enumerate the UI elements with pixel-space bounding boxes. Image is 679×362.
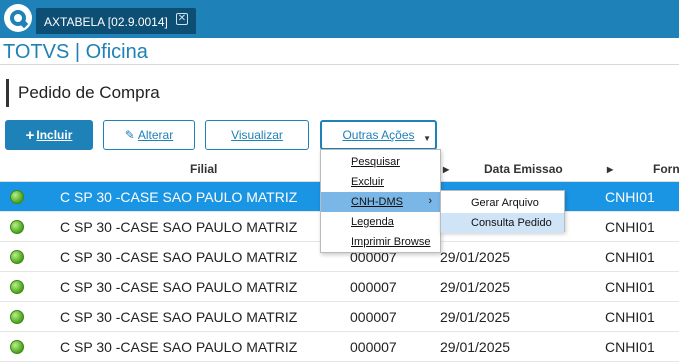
page-title: Pedido de Compra bbox=[6, 79, 160, 107]
column-header-data-emissao[interactable]: Data Emissao bbox=[484, 162, 563, 176]
alterar-button[interactable]: ✎ Alterar bbox=[103, 120, 195, 150]
sort-arrow-icon: ▶ bbox=[443, 165, 450, 174]
cell-data: 29/01/2025 bbox=[440, 339, 511, 355]
incluir-button[interactable]: + Incluir bbox=[5, 120, 93, 150]
tab-label: AXTABELA [02.9.0014] bbox=[44, 15, 168, 29]
visualizar-button[interactable]: Visualizar bbox=[205, 120, 309, 150]
table-row[interactable]: C SP 30 -CASE SAO PAULO MATRIZ 000007 29… bbox=[0, 302, 679, 332]
divider bbox=[0, 64, 679, 65]
status-green-icon bbox=[10, 190, 24, 204]
cell-numero: 000007 bbox=[350, 309, 397, 325]
column-header-filial[interactable]: Filial bbox=[190, 162, 217, 176]
menu-item-label: Excluir bbox=[351, 176, 385, 188]
cell-forn: CNHI01 bbox=[605, 219, 655, 235]
cell-numero: 000007 bbox=[350, 339, 397, 355]
cell-forn: CNHI01 bbox=[605, 249, 655, 265]
outras-acoes-button[interactable]: Outras Ações ▼ bbox=[320, 120, 437, 150]
incluir-label: Incluir bbox=[36, 128, 73, 142]
totvs-logo-icon[interactable] bbox=[4, 4, 32, 32]
menu-item-legenda[interactable]: Legenda bbox=[321, 212, 440, 232]
status-green-icon bbox=[10, 340, 24, 354]
sort-arrow-icon: ▶ bbox=[607, 165, 614, 174]
chevron-down-icon: ▼ bbox=[423, 134, 431, 143]
outras-acoes-menu: Pesquisar Excluir CNH-DMS › Legenda Impri… bbox=[320, 149, 441, 253]
menu-item-label: CNH-DMS bbox=[351, 196, 403, 208]
cell-filial: C SP 30 -CASE SAO PAULO MATRIZ bbox=[60, 279, 298, 295]
cell-forn: CNHI01 bbox=[605, 279, 655, 295]
menu-item-label: Pesquisar bbox=[351, 156, 400, 168]
cell-forn: CNHI01 bbox=[605, 339, 655, 355]
cell-data: 29/01/2025 bbox=[440, 249, 511, 265]
status-green-icon bbox=[10, 250, 24, 264]
cell-filial: C SP 30 -CASE SAO PAULO MATRIZ bbox=[60, 309, 298, 325]
cell-forn: CNHI01 bbox=[605, 309, 655, 325]
plus-icon: + bbox=[25, 126, 35, 144]
menu-item-cnh-dms[interactable]: CNH-DMS › bbox=[321, 192, 440, 212]
status-green-icon bbox=[10, 310, 24, 324]
submenu-item-consulta-pedido[interactable]: Consulta Pedido bbox=[441, 213, 564, 233]
cell-data: 29/01/2025 bbox=[440, 279, 511, 295]
table-row[interactable]: C SP 30 -CASE SAO PAULO MATRIZ 000007 29… bbox=[0, 272, 679, 302]
submenu-item-gerar-arquivo[interactable]: Gerar Arquivo bbox=[441, 193, 564, 213]
tab-axtabela[interactable]: AXTABELA [02.9.0014] bbox=[36, 8, 196, 34]
pencil-icon: ✎ bbox=[124, 128, 135, 142]
cell-forn: CNHI01 bbox=[605, 189, 655, 205]
menu-item-label: Imprimir Browse bbox=[351, 236, 431, 248]
chevron-right-icon: › bbox=[428, 195, 432, 207]
top-bar: AXTABELA [02.9.0014] ✕ bbox=[0, 0, 679, 38]
status-green-icon bbox=[10, 220, 24, 234]
cell-filial: C SP 30 -CASE SAO PAULO MATRIZ bbox=[60, 189, 298, 205]
visualizar-label: Visualizar bbox=[231, 128, 283, 142]
alterar-label: Alterar bbox=[137, 128, 174, 142]
cell-filial: C SP 30 -CASE SAO PAULO MATRIZ bbox=[60, 219, 298, 235]
app-title: TOTVS | Oficina bbox=[3, 41, 148, 63]
cell-numero: 000007 bbox=[350, 279, 397, 295]
status-green-icon bbox=[10, 280, 24, 294]
cell-filial: C SP 30 -CASE SAO PAULO MATRIZ bbox=[60, 339, 298, 355]
column-header-forn[interactable]: Forn bbox=[653, 162, 679, 176]
cnh-dms-submenu: Gerar Arquivo Consulta Pedido bbox=[440, 190, 565, 233]
outras-acoes-label: Outras Ações bbox=[342, 128, 415, 142]
menu-item-pesquisar[interactable]: Pesquisar bbox=[321, 152, 440, 172]
menu-item-label: Legenda bbox=[351, 216, 394, 228]
menu-item-imprimir-browse[interactable]: Imprimir Browse bbox=[321, 232, 440, 252]
close-icon[interactable]: ✕ bbox=[176, 13, 188, 25]
cell-filial: C SP 30 -CASE SAO PAULO MATRIZ bbox=[60, 249, 298, 265]
cell-data: 29/01/2025 bbox=[440, 309, 511, 325]
menu-item-excluir[interactable]: Excluir bbox=[321, 172, 440, 192]
